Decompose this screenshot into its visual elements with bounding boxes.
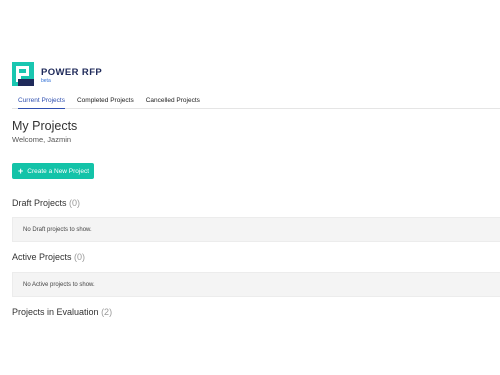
evaluation-projects-heading: Projects in Evaluation (2)	[12, 307, 112, 317]
draft-projects-title: Draft Projects	[12, 198, 67, 208]
project-tabs: Current Projects Completed Projects Canc…	[12, 95, 500, 109]
evaluation-projects-count: (2)	[101, 307, 113, 317]
active-projects-empty-state: No Active projects to show.	[12, 272, 500, 297]
page-title: My Projects	[12, 119, 78, 133]
active-projects-heading: Active Projects (0)	[12, 252, 85, 262]
active-projects-title: Active Projects	[12, 252, 72, 262]
brand-name: POWER RFP	[41, 67, 103, 78]
brand-beta-label: beta	[41, 78, 51, 84]
plus-icon: +	[18, 165, 24, 176]
tab-cancelled-projects[interactable]: Cancelled Projects	[146, 95, 200, 109]
draft-projects-heading: Draft Projects (0)	[12, 198, 80, 208]
tab-completed-projects[interactable]: Completed Projects	[77, 95, 134, 109]
brand[interactable]: POWER RFP beta	[12, 62, 102, 86]
power-rfp-logo-icon	[12, 62, 34, 86]
tab-current-projects[interactable]: Current Projects	[18, 95, 65, 109]
page: POWER RFP beta Current Projects Complete…	[0, 0, 500, 375]
welcome-message: Welcome, Jazmin	[12, 135, 72, 144]
draft-projects-count: (0)	[69, 198, 81, 208]
draft-projects-empty-text: No Draft projects to show.	[23, 226, 92, 233]
evaluation-projects-title: Projects in Evaluation	[12, 307, 99, 317]
draft-projects-empty-state: No Draft projects to show.	[12, 217, 500, 242]
create-project-button[interactable]: + Create a New Project	[12, 163, 94, 179]
active-projects-count: (0)	[74, 252, 86, 262]
active-projects-empty-text: No Active projects to show.	[23, 281, 95, 288]
brand-text: POWER RFP beta	[41, 67, 103, 85]
create-project-label: Create a New Project	[27, 167, 90, 175]
